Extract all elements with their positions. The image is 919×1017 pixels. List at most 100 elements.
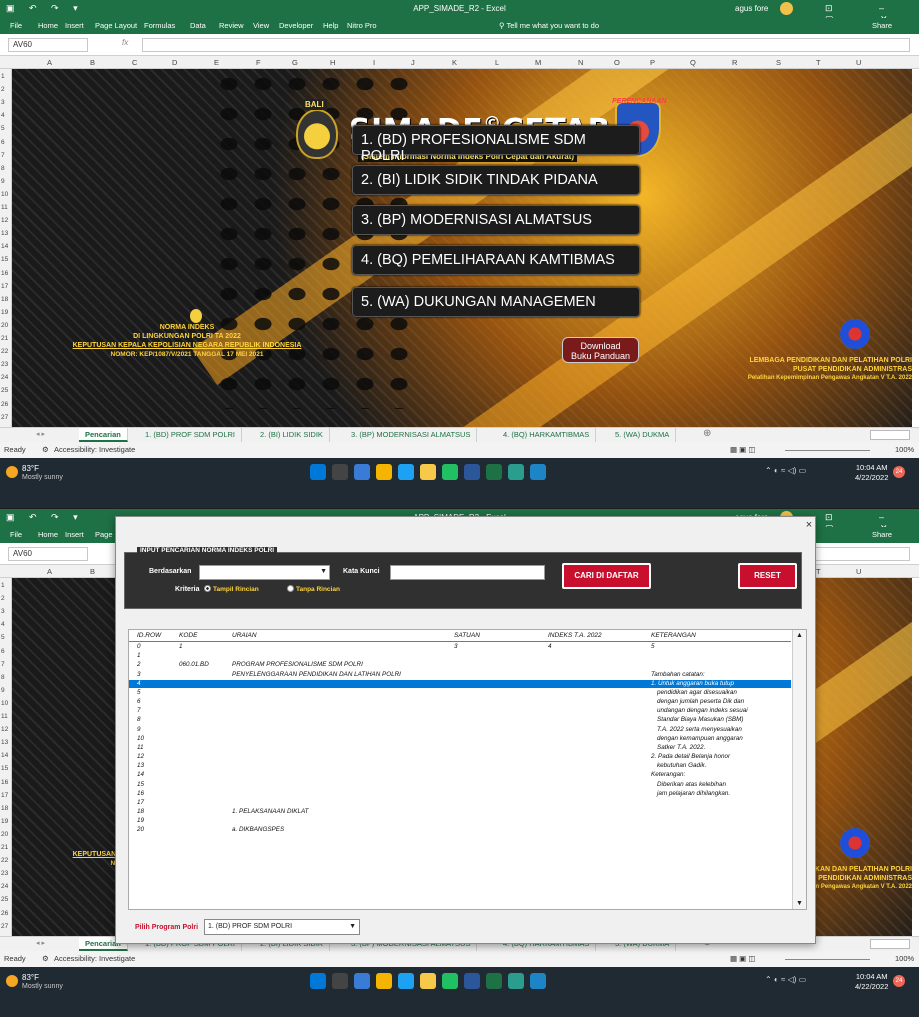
ribbon-tab-review[interactable]: Review	[219, 21, 244, 30]
list-row[interactable]: 6 dengan jumlah peserta Dik dan	[129, 698, 791, 706]
view-buttons[interactable]: ▦ ▣ ◫	[730, 445, 755, 454]
task-view-icon[interactable]	[354, 464, 370, 480]
column-header-D[interactable]: D	[172, 58, 177, 67]
column-header-T[interactable]: T	[816, 58, 821, 67]
list-row[interactable]: 11 Satker T.A. 2022.	[129, 744, 791, 752]
row-header-9[interactable]: 9	[1, 178, 5, 185]
row-header-21[interactable]: 21	[1, 335, 8, 342]
row-header-16[interactable]: 16	[1, 270, 8, 277]
column-header-G[interactable]: G	[292, 58, 298, 67]
norma-list[interactable]: ID.ROW KODE URAIAN SATUAN INDEKS T.A. 2022 KE…	[128, 629, 807, 910]
list-row[interactable]: 14 Keterangan:	[129, 771, 791, 779]
list-row[interactable]: 13 kebutuhan Gadik.	[129, 762, 791, 770]
column-header-O[interactable]: O	[614, 58, 620, 67]
list-row[interactable]: 19	[129, 817, 791, 825]
sheet-tab-6[interactable]: 5. (WA) DUKMA	[609, 428, 677, 442]
row-header-10[interactable]: 10	[1, 191, 8, 198]
user-avatar[interactable]	[780, 2, 793, 15]
ribbon-tab-data[interactable]: Data	[190, 21, 206, 30]
column-header-K[interactable]: K	[452, 58, 457, 67]
row-header-23[interactable]: 23	[1, 361, 8, 368]
spotify-icon[interactable]	[442, 464, 458, 480]
list-row[interactable]: 9 T.A. 2022 serta menyesuaikan	[129, 726, 791, 734]
list-row[interactable]: 16 jam pelajaran dihilangkan.	[129, 790, 791, 798]
scroll-down-icon[interactable]: ▼	[796, 900, 803, 907]
ribbon-tab-view[interactable]: View	[253, 21, 269, 30]
ribbon-tab-nitro-pro[interactable]: Nitro Pro	[347, 21, 377, 30]
column-header-U[interactable]: U	[856, 58, 861, 67]
kata-kunci-input[interactable]	[390, 565, 545, 580]
list-row[interactable]: 17	[129, 799, 791, 807]
system-tray[interactable]: ⌃ ◐ ≈ ◁) ▭	[765, 466, 806, 475]
horizontal-scrollbar[interactable]	[870, 430, 910, 440]
accessibility-icon[interactable]: ⚙	[42, 445, 49, 454]
formula-input[interactable]	[142, 38, 910, 52]
chrome-icon[interactable]	[376, 464, 392, 480]
search-list-button[interactable]: CARI DI DAFTAR	[562, 563, 651, 589]
column-header-A[interactable]: A	[47, 58, 52, 67]
row-header-7[interactable]: 7	[1, 152, 5, 159]
weather-icon[interactable]	[6, 466, 18, 478]
row-header-6[interactable]: 6	[1, 139, 5, 146]
row-header-27[interactable]: 27	[1, 414, 8, 421]
tell-me-text[interactable]: Tell me what you want to do	[506, 21, 599, 30]
radio-on-icon[interactable]	[204, 585, 211, 592]
row-header-17[interactable]: 17	[1, 283, 8, 290]
row-header-8[interactable]: 8	[1, 165, 5, 172]
list-row[interactable]: 10 dengan kemampuan anggaran	[129, 735, 791, 743]
row-header-14[interactable]: 14	[1, 243, 8, 250]
sheet-tab-1[interactable]: Pencarian	[79, 428, 128, 442]
row-header-12[interactable]: 12	[1, 217, 8, 224]
column-header-E[interactable]: E	[214, 58, 219, 67]
menu-button-4[interactable]: 4. (BQ) PEMELIHARAAN KAMTIBMAS	[352, 245, 640, 275]
weather-desc[interactable]: Mostly sunny	[22, 474, 63, 481]
list-row[interactable]: 7 undangan dengan indeks sesuai	[129, 707, 791, 715]
radio-tampil-rincian[interactable]: Tampil Rincian	[204, 585, 259, 593]
list-row[interactable]: 18 1. PELAKSANAAN DIKLAT	[129, 808, 791, 816]
row-header-13[interactable]: 13	[1, 230, 8, 237]
name-box[interactable]: AV60	[8, 38, 88, 52]
menu-button-3[interactable]: 3. (BP) MODERNISASI ALMATSUS	[352, 205, 640, 235]
berdasarkan-select[interactable]: ▼	[199, 565, 330, 580]
column-header-L[interactable]: L	[495, 58, 499, 67]
whatsapp-icon[interactable]	[508, 464, 524, 480]
column-header-N[interactable]: N	[578, 58, 583, 67]
ribbon-tab-formulas[interactable]: Formulas	[144, 21, 175, 30]
row-header-24[interactable]: 24	[1, 374, 8, 381]
chevron-down-icon[interactable]: ▼	[349, 923, 356, 930]
ribbon-tab-home[interactable]: Home	[38, 21, 58, 30]
column-header-S[interactable]: S	[776, 58, 781, 67]
fx-icon[interactable]: fx	[122, 38, 128, 47]
row-header-20[interactable]: 20	[1, 322, 8, 329]
excel-icon[interactable]	[486, 464, 502, 480]
zoom-slider[interactable]	[785, 450, 870, 451]
list-row[interactable]: 0 1 3 4 5	[129, 643, 791, 651]
edge-icon[interactable]	[398, 464, 414, 480]
sheet-tab-2[interactable]: 1. (BD) PROF SDM POLRI	[139, 428, 243, 442]
download-guide-button[interactable]: DownloadBuku Panduan	[562, 337, 639, 363]
ribbon-tab-developer[interactable]: Developer	[279, 21, 313, 30]
zoom-level[interactable]: 100%	[895, 445, 914, 454]
scroll-up-icon[interactable]: ▲	[796, 632, 803, 639]
row-header-3[interactable]: 3	[1, 99, 5, 106]
word-icon[interactable]	[464, 464, 480, 480]
menu-button-5[interactable]: 5. (WA) DUKUNGAN MANAGEMEN	[352, 287, 640, 317]
row-header-26[interactable]: 26	[1, 401, 8, 408]
menu-button-2[interactable]: 2. (BI) LIDIK SIDIK TINDAK PIDANA	[352, 165, 640, 195]
radio-off-icon[interactable]	[287, 585, 294, 592]
chevron-down-icon[interactable]: ▼	[320, 568, 327, 575]
list-row[interactable]: 20 a. DIKBANGSPES	[129, 826, 791, 834]
list-row[interactable]: 15 Diberikan atas kelebihan	[129, 781, 791, 789]
column-header-P[interactable]: P	[650, 58, 655, 67]
column-header-I[interactable]: I	[373, 58, 375, 67]
list-row[interactable]: 1	[129, 652, 791, 660]
list-row[interactable]: 5 pendidikan agar disesuaikan	[129, 689, 791, 697]
row-header-4[interactable]: 4	[1, 112, 5, 119]
list-row[interactable]: 4 1. Untuk anggaran buka tutup	[129, 679, 791, 688]
list-row[interactable]: 8 Standar Biaya Masukan (SBM)	[129, 716, 791, 724]
column-header-C[interactable]: C	[132, 58, 137, 67]
program-polri-select[interactable]: 1. (BD) PROF SDM POLRI ▼	[204, 919, 360, 935]
row-header-5[interactable]: 5	[1, 125, 5, 132]
sheet-tab-3[interactable]: 2. (BI) LIDIK SIDIK	[254, 428, 330, 442]
row-header-15[interactable]: 15	[1, 256, 8, 263]
